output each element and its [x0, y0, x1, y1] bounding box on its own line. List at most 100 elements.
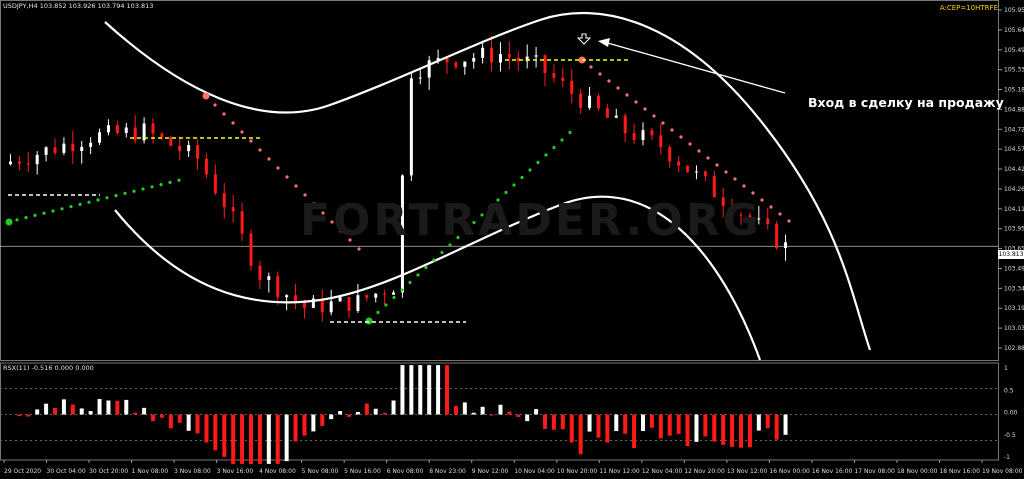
sar-dot-down — [285, 175, 289, 179]
rsx-bar — [302, 414, 307, 436]
watermark: FORTRADER.ORG — [300, 195, 762, 246]
rsx-bar — [721, 414, 726, 445]
sar-dot-down — [634, 100, 638, 104]
rsx-bar — [471, 412, 476, 415]
rsx-bar — [133, 412, 138, 415]
sar-dot-up — [424, 265, 428, 270]
price-tick-label: 105.180 — [1004, 87, 1024, 94]
rsx-bar — [373, 408, 378, 415]
rsx-bar — [213, 414, 218, 451]
candle-body — [632, 133, 636, 140]
rsx-bar — [525, 414, 530, 422]
rsx-bar — [739, 414, 743, 448]
time-tick-label: 11 Nov 12:00 — [599, 468, 640, 475]
price-tick-label: 104.570 — [1004, 146, 1024, 153]
candle-body — [686, 165, 690, 172]
candle-body — [775, 224, 779, 249]
price-tick-label: 103.190 — [1004, 305, 1024, 312]
rsx-bar — [516, 414, 521, 417]
price-tick-label: 104.725 — [1004, 126, 1024, 133]
sar-dot-down — [769, 205, 773, 209]
sar-dot-up — [177, 178, 181, 182]
sell-entry-annotation: Вход в сделку на продажу — [808, 95, 1004, 110]
candle-body — [151, 123, 155, 134]
rsx-bar — [560, 414, 565, 430]
candle-body — [490, 47, 494, 63]
sar-dot-up — [123, 191, 127, 195]
candle-body — [552, 73, 556, 78]
candle-body — [784, 242, 788, 249]
price-tick-label: 102.880 — [1004, 345, 1024, 352]
time-tick-label: 5 Nov 08:00 — [302, 468, 339, 475]
sar-dot-up — [560, 138, 564, 142]
sar-dot-up — [440, 250, 444, 255]
sar-dot-down — [249, 139, 253, 143]
sar-dot-up — [544, 153, 548, 157]
candle-body — [588, 95, 592, 108]
price-tick-label: 105.645 — [1004, 27, 1024, 34]
time-tick-label: 3 Nov 16:00 — [217, 468, 254, 475]
rsx-bar — [703, 414, 708, 437]
candle-body — [472, 57, 476, 62]
time-tick-label: 30 Oct 20:00 — [89, 468, 128, 475]
sar-dot-up — [24, 216, 28, 220]
rsx-bar — [151, 414, 155, 421]
candle-body — [543, 55, 547, 74]
time-tick-label: 5 Nov 16:00 — [344, 468, 381, 475]
rsx-bar — [88, 411, 93, 415]
rsx-bar — [445, 365, 449, 415]
annotation-arrow — [603, 41, 786, 94]
candle-body — [71, 143, 75, 152]
sar-dot-down — [213, 103, 217, 107]
rsx-bar — [543, 414, 547, 429]
sar-dot-up — [33, 213, 37, 217]
sar-dot-down — [670, 128, 674, 132]
price-tick-label: 103.955 — [1004, 226, 1024, 233]
candle-body — [561, 77, 565, 81]
sar-dot-down — [240, 130, 244, 134]
rsx-bar — [747, 414, 752, 448]
rsx-bar — [730, 414, 735, 447]
time-tick-label: 1 Nov 08:00 — [132, 468, 169, 475]
candle-body — [329, 301, 333, 313]
candle-body — [365, 295, 369, 298]
rsx-bar — [364, 403, 369, 415]
rsx-bar — [159, 414, 164, 418]
rsx-bar — [632, 414, 637, 448]
candle-body — [579, 93, 583, 108]
candle-body — [570, 80, 574, 94]
candle-body — [26, 163, 30, 165]
candle-body — [427, 60, 431, 78]
candle-body — [115, 125, 119, 133]
sar-dot-up — [87, 200, 91, 204]
candle-body — [605, 108, 609, 118]
rsx-bar — [436, 365, 441, 415]
candle-body — [294, 295, 298, 302]
sar-dot-up — [432, 258, 436, 262]
rsx-bar — [498, 404, 503, 415]
candle-body — [44, 147, 48, 155]
sar-dot-up — [392, 295, 396, 300]
rsx-bar — [347, 414, 351, 417]
candle-body — [374, 293, 378, 298]
candle-body — [53, 147, 57, 153]
sar-dot-up — [400, 288, 404, 292]
candle-body — [62, 143, 66, 153]
candle-body — [240, 211, 244, 234]
candle-body — [124, 127, 128, 133]
rsx-bar — [329, 414, 334, 420]
sar-dot-down — [357, 247, 361, 251]
sar-dot-up — [114, 194, 118, 198]
symbol-info: USDJPY,H4 103.852 103.926 103.794 103.81… — [3, 2, 154, 10]
rsx-bar — [569, 414, 574, 443]
sar-dot-down — [724, 170, 728, 174]
candle-body — [392, 292, 396, 295]
time-tick-label: 29 Oct 2020 — [4, 468, 41, 475]
rsx-bar — [641, 414, 645, 432]
rsx-bar — [168, 414, 173, 429]
rsx-bar — [774, 414, 779, 440]
rsx-bar — [596, 414, 601, 438]
rsx-tick-label: -0.5 — [1004, 432, 1016, 439]
sar-dot-up — [504, 190, 508, 195]
time-tick-label: 16 Nov 00:00 — [769, 468, 810, 475]
